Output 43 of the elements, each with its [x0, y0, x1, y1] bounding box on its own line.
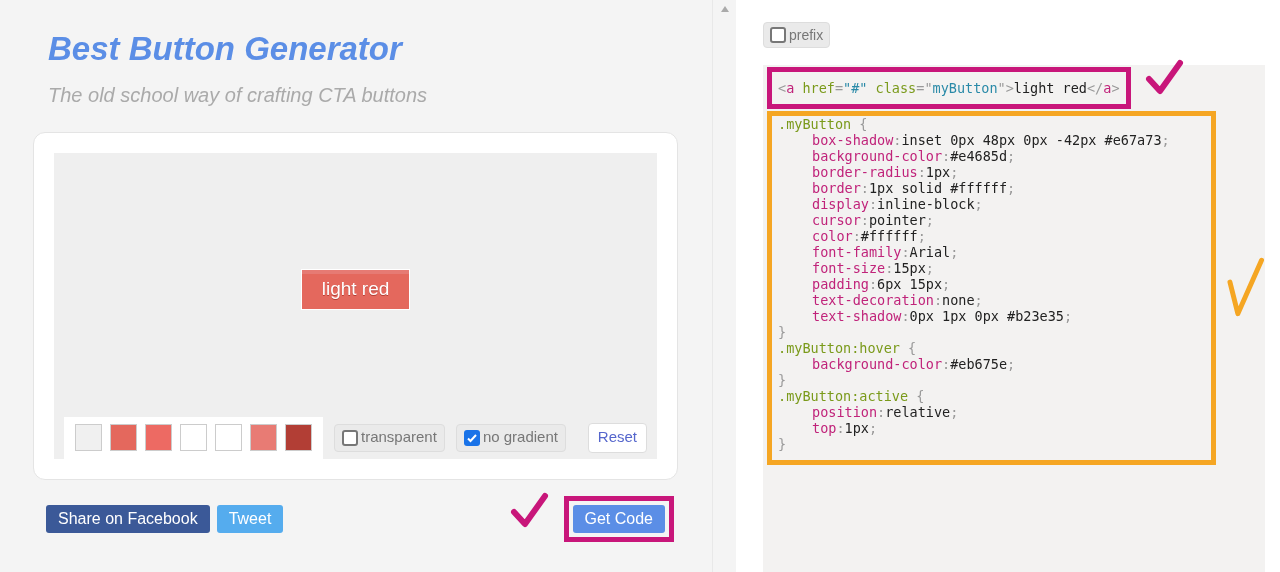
code-line: top:1px;: [811, 420, 878, 436]
code-line: }: [778, 436, 787, 452]
code-line: border:1px solid #ffffff;: [811, 180, 1016, 196]
facebook-share-button[interactable]: Share on Facebook: [46, 504, 210, 533]
color-swatch[interactable]: [75, 424, 102, 451]
color-swatch[interactable]: [180, 424, 207, 451]
color-swatch[interactable]: [145, 424, 172, 451]
color-swatch[interactable]: [110, 424, 137, 451]
checkbox[interactable]: [463, 429, 480, 446]
code-line: font-family:Arial;: [811, 244, 959, 260]
code-line: <a href="#" class="myButton">light red</a>: [778, 80, 1120, 96]
code-line: padding:6px 15px;: [811, 276, 951, 292]
code-line: border-radius:1px;: [811, 164, 959, 180]
color-swatch[interactable]: [285, 424, 312, 451]
code-line: color:#ffffff;: [811, 228, 926, 244]
prefix-toggle[interactable]: prefix: [763, 22, 831, 48]
code-line: position:relative;: [811, 404, 959, 420]
preview-button[interactable]: light red: [300, 269, 411, 310]
code-line: }: [778, 324, 787, 340]
code-line: box-shadow:inset 0px 48px 0px -42px #e67a73;: [811, 132, 1170, 148]
code-line: display:inline-block;: [811, 196, 983, 212]
option-toggle[interactable]: no gradient: [455, 423, 566, 452]
checkbox[interactable]: [770, 27, 786, 43]
get-code-button[interactable]: Get Code: [572, 504, 665, 533]
color-swatch[interactable]: [215, 424, 242, 451]
color-swatch[interactable]: [250, 424, 277, 451]
code-line: background-color:#e4685d;: [811, 148, 1016, 164]
code-line: .myButton:active {: [778, 388, 925, 404]
code-line: font-size:15px;: [811, 260, 934, 276]
scroll-up-icon[interactable]: [720, 6, 729, 12]
code-line: background-color:#eb675e;: [811, 356, 1016, 372]
page-title: Best Button Generator: [48, 29, 402, 69]
code-line: cursor:pointer;: [811, 212, 934, 228]
checkbox[interactable]: [342, 429, 358, 446]
page-subtitle: The old school way of crafting CTA buttons: [48, 82, 428, 108]
code-line: .myButton {: [778, 116, 868, 132]
code-line: }: [778, 372, 787, 388]
option-toggle[interactable]: transparent: [334, 423, 445, 452]
tweet-button[interactable]: Tweet: [216, 504, 284, 533]
code-line: text-decoration:none;: [811, 292, 983, 308]
reset-button[interactable]: Reset: [587, 422, 647, 453]
code-line: .myButton:hover {: [778, 340, 917, 356]
code-line: text-shadow:0px 1px 0px #b23e35;: [811, 308, 1073, 324]
